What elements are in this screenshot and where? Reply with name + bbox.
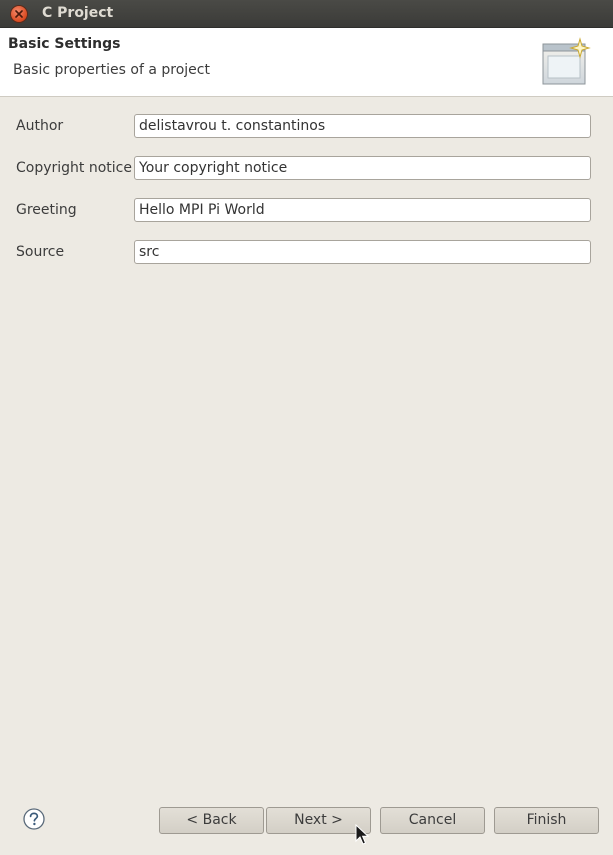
copyright-row: Copyright notice Your copyright notice xyxy=(0,156,613,182)
window-titlebar: C Project xyxy=(0,0,613,28)
author-label: Author xyxy=(16,118,64,134)
author-row: Author delistavrou t. constantinos xyxy=(0,114,613,140)
greeting-row: Greeting Hello MPI Pi World xyxy=(0,198,613,224)
page-title: Basic Settings xyxy=(8,36,121,52)
source-input[interactable]: src xyxy=(134,240,591,264)
greeting-label: Greeting xyxy=(16,202,77,218)
page-description: Basic properties of a project xyxy=(13,62,210,78)
greeting-input[interactable]: Hello MPI Pi World xyxy=(134,198,591,222)
cancel-button[interactable]: Cancel xyxy=(380,807,485,834)
copyright-input[interactable]: Your copyright notice xyxy=(134,156,591,180)
wizard-header: Basic Settings Basic properties of a pro… xyxy=(0,28,613,97)
copyright-label: Copyright notice xyxy=(16,160,132,176)
source-label: Source xyxy=(16,244,65,260)
author-input[interactable]: delistavrou t. constantinos xyxy=(134,114,591,138)
finish-button[interactable]: Finish xyxy=(494,807,599,834)
new-project-wizard-icon xyxy=(540,36,610,98)
window-title: C Project xyxy=(42,5,114,21)
close-icon[interactable] xyxy=(11,6,27,22)
source-row: Source src xyxy=(0,240,613,266)
back-button[interactable]: < Back xyxy=(159,807,264,834)
mouse-pointer-icon xyxy=(355,823,370,850)
help-icon[interactable] xyxy=(23,808,45,830)
